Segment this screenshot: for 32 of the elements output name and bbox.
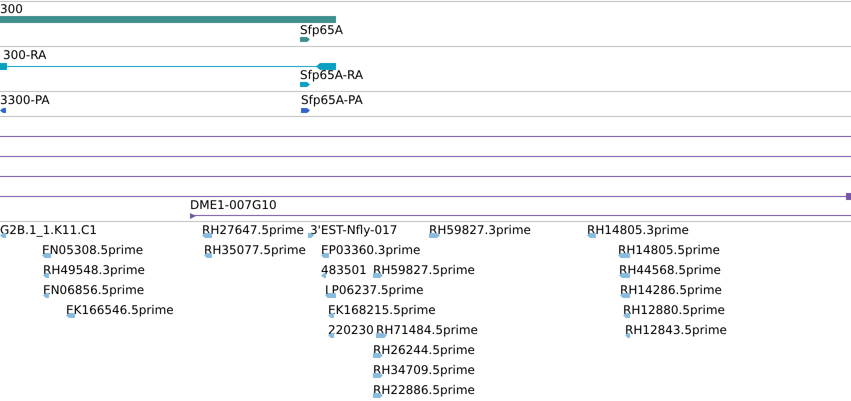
feature-label: RH44568.5prime xyxy=(619,263,721,277)
feature-label: DME1-007G10 xyxy=(190,198,277,212)
feature-label: RH59827.5prime xyxy=(373,263,475,277)
feature-label: RH12880.5prime xyxy=(623,303,725,317)
feature-label: 300 xyxy=(0,2,23,16)
feature-label: RH71484.5prime xyxy=(376,323,478,337)
feature-label: LP06237.5prime xyxy=(325,283,424,297)
feature-label: Sfp65A-RA xyxy=(300,68,364,82)
feature-label: RH35077.5prime xyxy=(204,243,306,257)
feature-label: EK166546.5prime xyxy=(66,303,174,317)
feature-label: 220230 xyxy=(328,323,374,337)
feature-label: 3'EST-Nfly-017 xyxy=(310,223,398,237)
feature-label: RH27647.5prime xyxy=(202,223,304,237)
feature-label: EP03360.3prime xyxy=(321,243,420,257)
feature-label: G2B.1_1.K11.C1 xyxy=(0,223,98,237)
feature-label: RH14286.5prime xyxy=(620,283,722,297)
feature-label: Sfp65A-PA xyxy=(301,93,363,107)
feature-label: 300-RA xyxy=(3,48,46,62)
feature-label: EK168215.5prime xyxy=(328,303,436,317)
feature-label: RH14805.5prime xyxy=(618,243,720,257)
feature-label: RH26244.5prime xyxy=(373,343,475,357)
feature-label: Sfp65A xyxy=(300,23,343,37)
feature-label: RH22886.5prime xyxy=(373,383,475,397)
feature-label: RH14805.3prime xyxy=(587,223,689,237)
feature-label: RH59827.3prime xyxy=(429,223,531,237)
feature-label: EN05308.5prime xyxy=(42,243,144,257)
feature-label: RH49548.3prime xyxy=(43,263,145,277)
feature-label: RH34709.5prime xyxy=(373,363,475,377)
feature-label: RH12843.5prime xyxy=(625,323,727,337)
feature-label: 3300-PA xyxy=(0,93,50,107)
feature-label: 483501 xyxy=(321,263,367,277)
feature-label: EN06856.5prime xyxy=(43,283,144,297)
